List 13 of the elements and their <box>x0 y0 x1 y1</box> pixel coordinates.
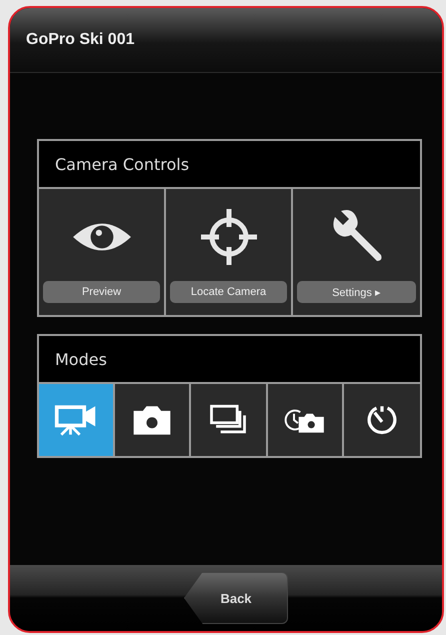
back-button[interactable]: Back <box>184 572 288 624</box>
mode-tab[interactable] <box>191 384 268 456</box>
video-camera-icon <box>54 403 98 437</box>
control-label-button[interactable]: Settings ▸ <box>297 281 416 303</box>
control-tile[interactable]: Locate Camera <box>166 189 293 315</box>
device-title: GoPro Ski 001 <box>26 31 134 49</box>
mode-tab[interactable] <box>344 384 420 456</box>
mode-tab[interactable] <box>268 384 344 456</box>
control-tile[interactable]: Settings ▸ <box>293 189 420 315</box>
mode-tab[interactable] <box>115 384 192 456</box>
control-tile[interactable]: Preview <box>39 189 166 315</box>
control-label-button[interactable]: Preview <box>43 281 160 303</box>
control-label-button[interactable]: Locate Camera <box>170 281 287 303</box>
